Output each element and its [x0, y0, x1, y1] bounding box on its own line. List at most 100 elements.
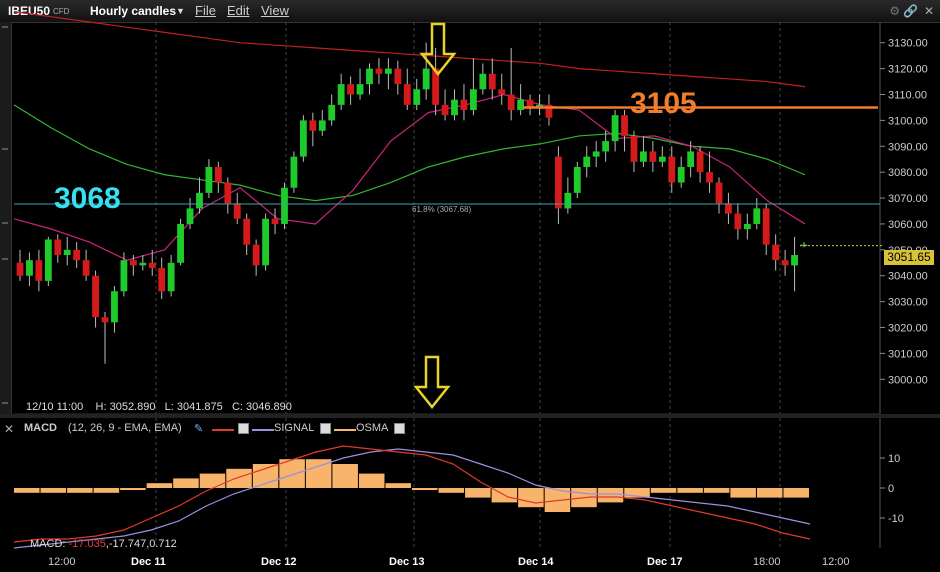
macd-value-prefix: MACD:	[30, 538, 66, 550]
candle-body-42	[413, 89, 421, 105]
osma-bar-22	[597, 488, 624, 503]
macd-params: (12, 26, 9 - EMA, EMA)	[68, 422, 182, 434]
arrow-down-icon-top	[419, 22, 457, 77]
candle-body-73	[706, 172, 713, 183]
candle-body-19	[196, 192, 203, 209]
osma-bar-9	[252, 464, 279, 488]
candle-body-14	[148, 262, 156, 268]
price-tick-label-6: 3060.00	[888, 219, 928, 231]
price-tick-label-0: 3000.00	[888, 374, 928, 386]
osma-checkbox[interactable]	[394, 423, 405, 434]
candle-body-41	[403, 84, 411, 105]
osma-bar-8	[226, 468, 252, 488]
arrow-down-icon-bottom	[413, 355, 451, 410]
edit-icon[interactable]: ✎	[194, 422, 203, 435]
time-tick-6: 18:00	[753, 556, 781, 568]
ma-long-line	[13, 11, 806, 88]
crosshair-date: 12/10 11:00	[26, 401, 84, 413]
candle-body-28	[281, 187, 288, 224]
macd-line	[13, 445, 811, 543]
candle-body-48	[469, 89, 477, 111]
time-tick-0: 12:00	[48, 556, 76, 568]
macd-value: -17.035	[68, 538, 106, 550]
candle-body-58	[564, 192, 572, 209]
price-tick-label-13: 3130.00	[888, 38, 928, 50]
osma-bar-2	[67, 488, 93, 493]
osma-bar-24	[650, 488, 677, 493]
candle-body-79	[762, 208, 770, 245]
price-tick-label-1: 3010.00	[888, 348, 928, 360]
candle-body-15	[158, 267, 166, 292]
osma-bar-26	[703, 488, 730, 493]
candle-body-67	[649, 151, 657, 162]
candle-body-77	[743, 223, 751, 230]
candle-body-37	[366, 68, 373, 85]
level-label-3068: 3068	[54, 182, 121, 215]
candle-body-43	[422, 68, 430, 90]
candle-body-7	[82, 260, 90, 276]
candle-body-68	[658, 156, 666, 162]
candle-body-80	[772, 244, 780, 261]
macd-tick-label-1: 0	[888, 483, 894, 495]
candle-body-34	[337, 84, 345, 105]
candle-body-30	[299, 120, 307, 157]
candle-body-17	[177, 223, 184, 263]
candle-body-45	[441, 104, 449, 116]
candle-body-11	[120, 260, 128, 292]
candle-body-78	[753, 208, 761, 224]
osma-bar-13	[358, 473, 385, 488]
macd-header: ✕ MACD (12, 26, 9 - EMA, EMA) ✎ SIGNAL O…	[0, 420, 880, 436]
fib-label: 61.8% (3067.68)	[412, 205, 472, 214]
candle-body-63	[611, 115, 619, 142]
candle-body-9	[101, 317, 109, 323]
macd-title: MACD	[24, 422, 57, 434]
candle-body-70	[677, 166, 685, 183]
osma-bar-29	[783, 488, 809, 498]
candle-body-12	[129, 260, 137, 266]
signal-checkbox[interactable]	[320, 423, 331, 434]
macd-tick-label-0: 10	[888, 453, 900, 465]
candle-body-24	[243, 218, 251, 245]
candle-body-6	[73, 249, 81, 261]
macd-checkbox[interactable]	[238, 423, 249, 434]
candle-body-75	[725, 203, 732, 214]
osma-bar-25	[677, 488, 703, 493]
price-axis: 3000.003010.003020.003030.003040.003050.…	[880, 38, 928, 386]
price-tick-label-3: 3030.00	[888, 297, 928, 309]
candle-body-60	[583, 156, 591, 167]
candle-body-64	[621, 115, 628, 136]
candle-body-26	[262, 218, 269, 266]
candle-body-22	[224, 182, 232, 204]
candle-body-25	[252, 244, 260, 266]
osma-bar-15	[412, 488, 438, 490]
crosshair-close: C: 3046.890	[231, 401, 292, 413]
chart-canvas[interactable]: 3000.003010.003020.003030.003040.003050.…	[0, 0, 940, 572]
macd-plot: 10 0 -10	[13, 445, 904, 549]
candle-body-76	[734, 213, 742, 230]
crosshair-high: H: 3052.890	[95, 401, 156, 413]
candle-body-57	[555, 156, 562, 209]
candle-body-20	[205, 166, 213, 193]
crosshair-low: L: 3041.875	[164, 401, 223, 413]
panel-separator[interactable]	[0, 414, 940, 418]
candle-body-62	[602, 141, 610, 152]
last-price-tag: 3051.65	[884, 250, 934, 265]
candle-body-40	[394, 68, 402, 85]
close-panel-icon[interactable]: ✕	[4, 422, 14, 436]
macd-tick-label-2: -10	[888, 513, 904, 525]
price-tick-label-8: 3080.00	[888, 167, 928, 179]
candle-body-23	[233, 203, 241, 219]
osma-bar-17	[465, 488, 491, 498]
candle-body-0	[16, 262, 24, 276]
time-tick-7: 12:00	[822, 556, 850, 568]
macd-readout: MACD: -17.035,-17.747,0.712	[30, 538, 177, 550]
osma-bar-6	[173, 478, 199, 488]
osma-bar-0	[14, 488, 40, 493]
candle-body-81	[781, 260, 789, 266]
price-tick-label-10: 3100.00	[888, 115, 928, 127]
candle-body-49	[479, 73, 487, 90]
signal-legend-line	[252, 429, 274, 431]
candle-body-21	[214, 166, 222, 183]
candle-body-16	[167, 262, 175, 292]
macd-legend-line	[212, 429, 234, 431]
